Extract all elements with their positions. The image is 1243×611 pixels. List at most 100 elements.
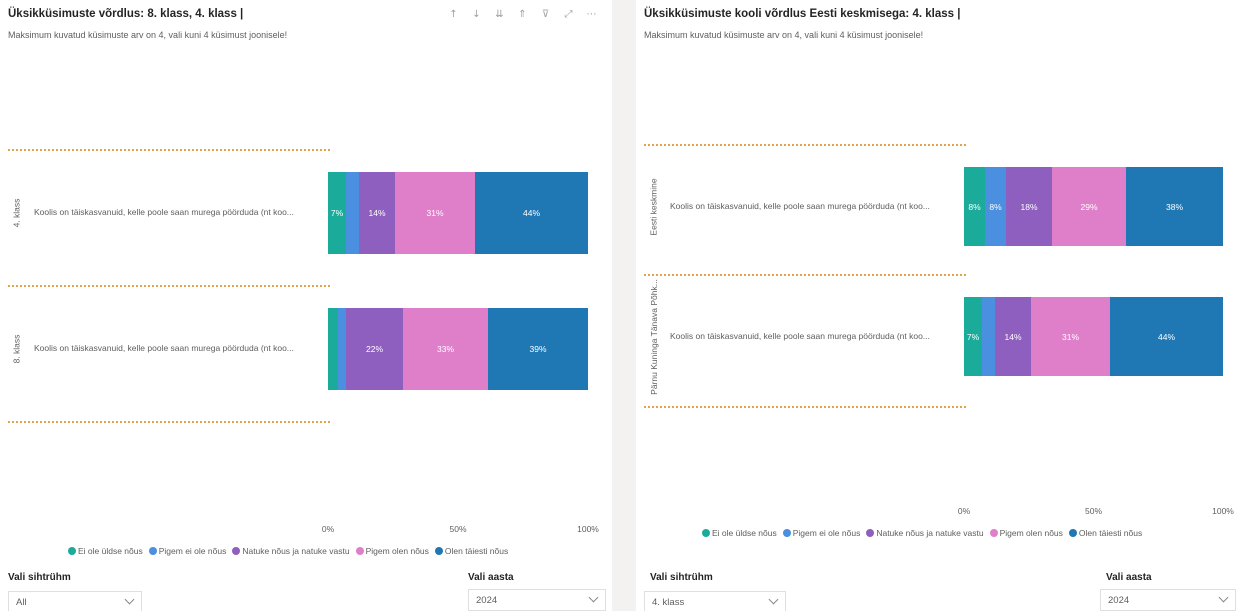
category-divider (644, 274, 966, 276)
right-visual-panel[interactable]: Üksikküsimuste kooli võrdlus Eesti keskm… (636, 0, 1243, 611)
y-category-label: 8. klass (6, 290, 26, 408)
bar-segment-natuke[interactable]: 22% (346, 308, 403, 390)
bar-segment-pigem-ei[interactable] (982, 297, 995, 376)
visual-header-toolbar: ↑ ↓ ⇊ ⇑ ⊽ ⤢ ⋯ (448, 8, 597, 21)
bar-segment-natuke[interactable]: 14% (359, 172, 395, 254)
bar-segment-natuke[interactable]: 18% (1006, 167, 1052, 246)
legend-label: Ei ole üldse nõus (712, 528, 777, 538)
legend-label: Pigem olen nõus (365, 546, 429, 556)
legend-label: Ei ole üldse nõus (78, 546, 143, 556)
stacked-bar[interactable]: 8% 8% 18% 29% 38% (964, 167, 1223, 246)
category-divider (8, 285, 330, 287)
legend-item-pigem-olen[interactable]: Pigem olen nõus (989, 528, 1063, 538)
drill-all-icon[interactable]: ⇊ (494, 8, 505, 21)
question-label: Koolis on täiskasvanuid, kelle poole saa… (34, 343, 294, 353)
legend-item-natuke[interactable]: Natuke nõus ja natuke vastu (866, 528, 984, 538)
legend-dot-icon (232, 547, 241, 555)
right-chart-subtitle: Maksimum kuvatud küsimuste arv on 4, val… (644, 30, 924, 40)
bar-segment-pigem-olen[interactable]: 31% (395, 172, 475, 254)
right-chart-legend: Ei ole üldse nõus Pigem ei ole nõus Natuke… (702, 528, 1142, 538)
legend-item-olen-taiesti[interactable]: Olen täiesti nõus (1068, 528, 1143, 538)
question-label: Koolis on täiskasvanuid, kelle poole saa… (670, 330, 930, 341)
legend-label: Olen täiesti nõus (444, 546, 509, 556)
arrow-up-icon[interactable]: ↑ (448, 8, 459, 21)
arrow-down-icon[interactable]: ↓ (471, 8, 482, 21)
left-year-slicer-label: Vali aasta (468, 572, 514, 583)
legend-label: Pigem ei ole nõus (792, 528, 861, 538)
left-target-dropdown-value: All (16, 596, 27, 608)
bar-segment-natuke[interactable]: 14% (995, 297, 1031, 376)
x-axis-tick: 0% (957, 506, 971, 516)
focus-mode-icon[interactable]: ⤢ (563, 8, 574, 21)
bar-segment-pigem-olen[interactable]: 31% (1031, 297, 1110, 376)
y-category-label: Eesti keskmine (644, 149, 664, 264)
left-target-dropdown[interactable]: All (8, 591, 142, 611)
legend-label: Olen täiesti nõus (1078, 528, 1143, 538)
legend-dot-icon (866, 529, 875, 537)
legend-item-ei-ole[interactable]: Ei ole üldse nõus (68, 546, 143, 556)
right-year-slicer-label: Vali aasta (1106, 572, 1152, 583)
legend-item-natuke[interactable]: Natuke nõus ja natuke vastu (232, 546, 350, 556)
bar-segment-olen-taiesti[interactable]: 44% (475, 172, 588, 254)
y-category-text: Pärnu Kuninga Tänava Põhk... (649, 278, 659, 395)
bar-segment-pigem-olen[interactable]: 33% (403, 308, 488, 390)
category-divider (644, 144, 966, 146)
x-axis-tick: 50% (449, 524, 467, 534)
legend-item-ei-ole[interactable]: Ei ole üldse nõus (702, 528, 777, 538)
y-category-text: Eesti keskmine (649, 177, 660, 236)
x-axis-tick: 100% (1212, 506, 1234, 516)
right-chart-title: Üksikküsimuste kooli võrdlus Eesti keskm… (644, 8, 961, 20)
right-target-slicer-label: Vali sihtrühm (650, 572, 713, 583)
bar-segment-ei-ole[interactable]: 7% (964, 297, 982, 376)
category-divider (8, 421, 330, 423)
stacked-bar[interactable]: 22% 33% 39% (328, 308, 588, 390)
legend-item-olen-taiesti[interactable]: Olen täiesti nõus (434, 546, 509, 556)
category-divider (644, 406, 966, 408)
filter-icon[interactable]: ⊽ (540, 8, 551, 21)
legend-dot-icon (148, 547, 157, 555)
panel-gutter (612, 0, 636, 611)
bar-segment-ei-ole[interactable]: 8% (964, 167, 985, 246)
bar-segment-pigem-olen[interactable]: 29% (1052, 167, 1126, 246)
question-label: Koolis on täiskasvanuid, kelle poole saa… (670, 200, 930, 211)
bar-segment-olen-taiesti[interactable]: 38% (1126, 167, 1223, 246)
expand-hierarchy-icon[interactable]: ⇑ (517, 8, 528, 21)
chevron-down-icon (588, 592, 599, 603)
left-chart-legend: Ei ole üldse nõus Pigem ei ole nõus Natuke… (68, 546, 508, 556)
legend-item-pigem-ei[interactable]: Pigem ei ole nõus (148, 546, 227, 556)
legend-item-pigem-ei[interactable]: Pigem ei ole nõus (782, 528, 861, 538)
right-target-dropdown[interactable]: 4. klass (644, 591, 786, 611)
bar-segment-olen-taiesti[interactable]: 39% (488, 308, 588, 390)
legend-dot-icon (68, 547, 76, 555)
legend-dot-icon (989, 529, 998, 537)
right-year-dropdown-value: 2024 (1108, 594, 1130, 606)
bar-segment-ei-ole[interactable] (328, 308, 338, 390)
x-axis-tick: 0% (321, 524, 335, 534)
legend-item-pigem-olen[interactable]: Pigem olen nõus (355, 546, 429, 556)
more-options-icon[interactable]: ⋯ (586, 8, 597, 21)
right-target-dropdown-value: 4. klass (652, 596, 685, 608)
bar-segment-pigem-ei[interactable] (346, 172, 359, 254)
y-category-label: 4. klass (6, 154, 26, 272)
left-target-slicer-label: Vali sihtrühm (8, 572, 71, 583)
stacked-bar[interactable]: 7% 14% 31% 44% (328, 172, 588, 254)
left-visual-panel[interactable]: Üksikküsimuste võrdlus: 8. klass, 4. kla… (0, 0, 612, 611)
bar-segment-pigem-ei[interactable] (338, 308, 346, 390)
stacked-bar[interactable]: 7% 14% 31% 44% (964, 297, 1223, 376)
legend-label: Pigem ei ole nõus (158, 546, 227, 556)
y-category-text: 4. klass (11, 198, 22, 228)
chevron-down-icon (124, 594, 135, 605)
legend-dot-icon (702, 529, 710, 537)
legend-dot-icon (434, 547, 443, 555)
left-year-dropdown[interactable]: 2024 (468, 589, 606, 611)
y-category-text: 8. klass (11, 334, 22, 364)
right-year-dropdown[interactable]: 2024 (1100, 589, 1236, 611)
chevron-down-icon (768, 594, 779, 605)
bar-segment-pigem-ei[interactable]: 8% (985, 167, 1006, 246)
bar-segment-olen-taiesti[interactable]: 44% (1110, 297, 1223, 376)
legend-label: Pigem olen nõus (999, 528, 1063, 538)
legend-label: Natuke nõus ja natuke vastu (242, 546, 350, 556)
left-year-dropdown-value: 2024 (476, 594, 498, 606)
bar-segment-ei-ole[interactable]: 7% (328, 172, 346, 254)
x-axis-tick: 50% (1084, 506, 1103, 516)
